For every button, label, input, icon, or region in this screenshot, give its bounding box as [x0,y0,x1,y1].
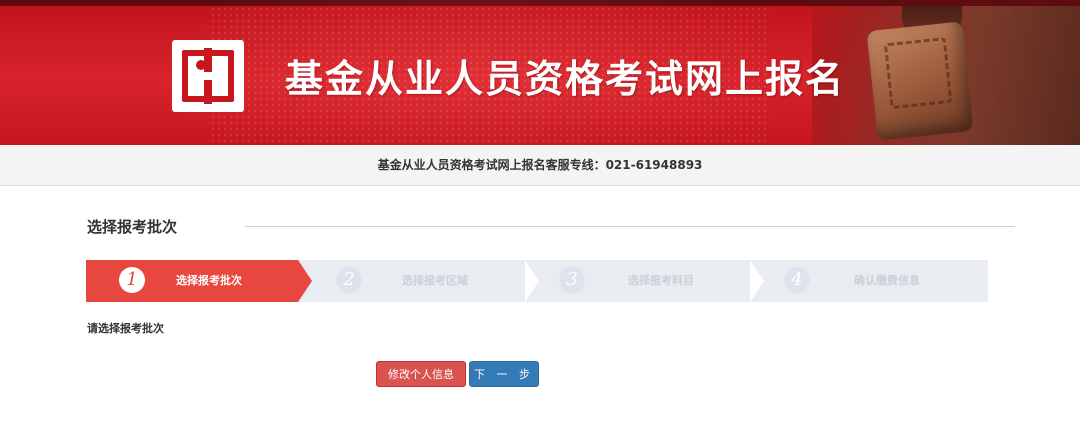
banner-seal-stamp-image [866,21,974,141]
next-step-button[interactable]: 下 一 步 [469,361,539,387]
batch-prompt-text: 请选择报考批次 [87,322,164,335]
customer-service-hotline: 基金从业人员资格考试网上报名客服专线：021-61948893 [0,145,1080,186]
step-select-subject: 3 选择报考科目 [537,260,764,302]
edit-profile-button[interactable]: 修改个人信息 [376,361,466,387]
step-select-region: 2 选择报考区域 [312,260,539,302]
step-arrow-edge [750,260,764,302]
page-title: 选择报考批次 [87,218,178,236]
logo-dot [196,60,206,70]
step-label: 选择报考科目 [628,274,694,287]
site-title: 基金从业人员资格考试网上报名 [285,56,846,101]
step-label: 选择报考批次 [176,274,242,287]
step-label: 确认缴费信息 [854,274,920,287]
step-number-1: 1 [119,267,145,293]
title-divider [245,226,1015,227]
progress-steps: 1 选择报考批次 2 选择报考区域 3 选择报考科目 4 确认缴费信息 [86,260,988,302]
header-banner: 基金从业人员资格考试网上报名 [0,0,1080,145]
logo-mark-cut [188,72,228,80]
step-number-2: 2 [336,267,362,293]
step-select-batch: 1 选择报考批次 [86,260,312,302]
amac-logo [172,40,244,112]
step-label: 选择报考区域 [402,274,468,287]
step-arrow-edge [525,260,539,302]
step-confirm-payment: 4 确认缴费信息 [762,260,988,302]
step-number-3: 3 [559,267,585,293]
step-arrow [298,260,312,302]
step-number-4: 4 [784,267,810,293]
